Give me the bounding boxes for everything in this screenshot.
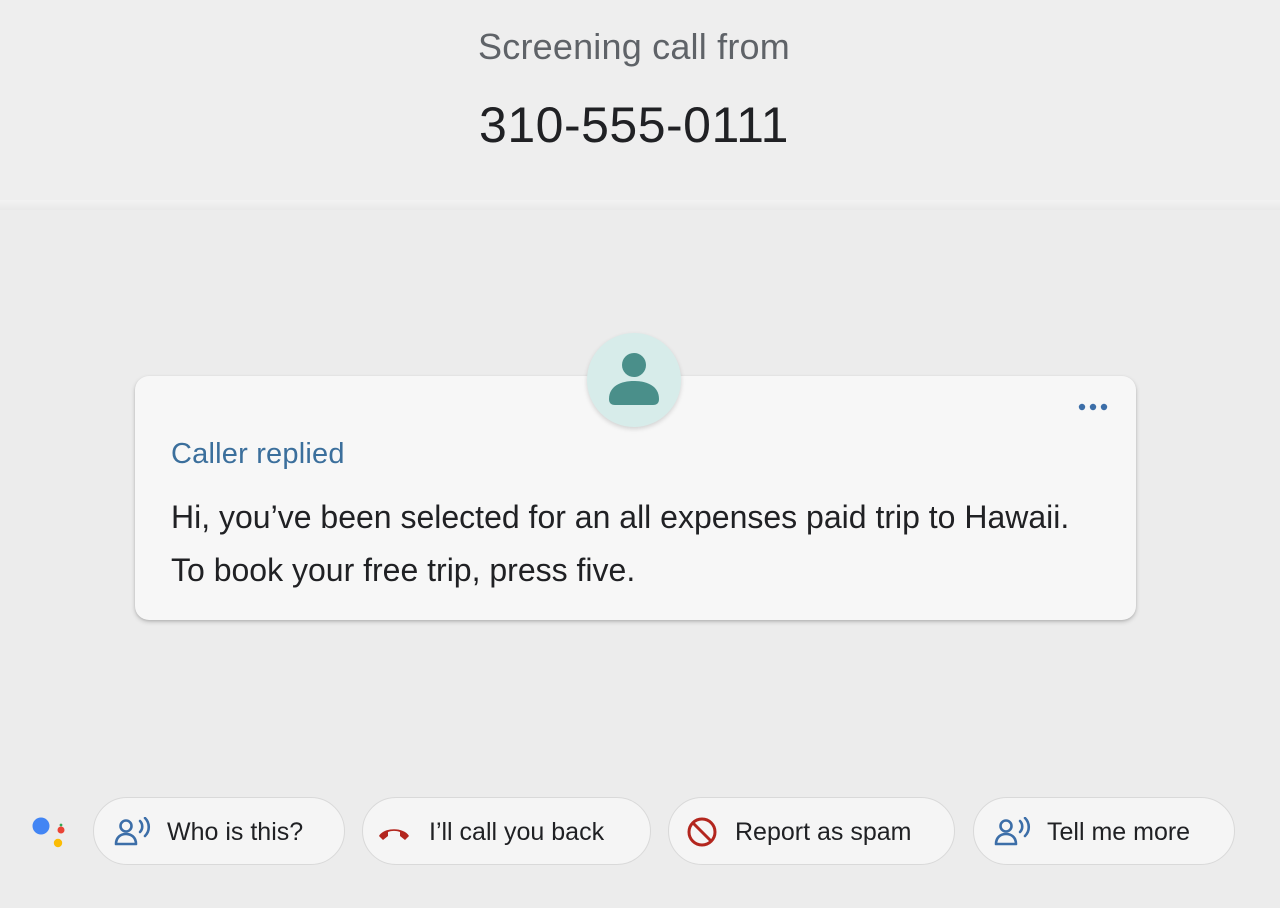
header-divider [0,200,1280,210]
who-is-this-chip[interactable]: Who is this? [93,797,345,865]
speaking-person-icon [994,816,1032,847]
call-you-back-chip[interactable]: I’ll call you back [362,797,651,865]
caller-phone-number: 310-555-0111 [479,97,789,153]
report-as-spam-chip[interactable]: Report as spam [668,797,955,865]
caller-replied-label: Caller replied [171,438,345,470]
who-is-this-label: Who is this? [167,818,304,846]
tell-me-more-label: Tell me more [1047,818,1191,846]
speaking-person-icon [114,816,152,847]
caller-message-text: Hi, you’ve been selected for an all expe… [171,499,1070,588]
hang-up-phone-icon [375,817,413,847]
report-as-spam-label: Report as spam [735,818,912,846]
more-horizontal-icon[interactable] [1072,392,1112,420]
caller-avatar [587,333,681,427]
call-screen-header: Screening call from 310-555-0111 [0,0,1280,200]
person-icon [609,353,659,405]
google-assistant-icon [30,814,72,854]
block-icon [683,817,721,847]
screening-label: Screening call from [478,26,790,67]
call-you-back-label: I’ll call you back [429,818,605,846]
tell-me-more-chip[interactable]: Tell me more [973,797,1235,865]
